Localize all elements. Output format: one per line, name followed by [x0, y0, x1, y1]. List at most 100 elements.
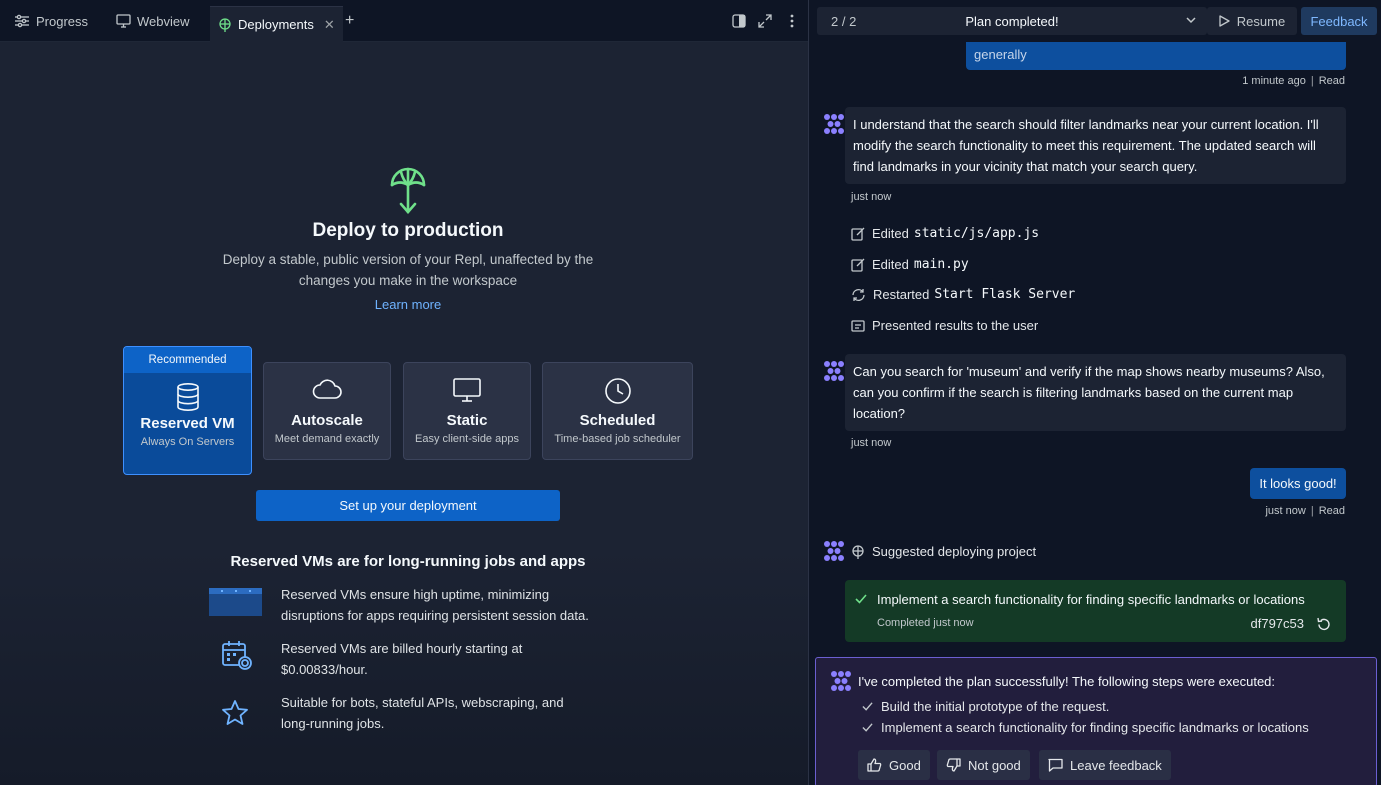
present-icon [851, 319, 865, 332]
option-autoscale[interactable]: Autoscale Meet demand exactly [263, 362, 391, 460]
feature-line: Reserved VMs are billed hourly starting … [281, 641, 523, 656]
user-message: It looks good! [1250, 468, 1346, 499]
option-subtitle: Always On Servers [140, 436, 235, 448]
option-static[interactable]: Static Easy client-side apps [403, 362, 531, 460]
setup-deployment-button[interactable]: Set up your deployment [256, 490, 560, 521]
plan-complete-card: I've completed the plan successfully! Th… [815, 657, 1377, 785]
feature-line: $0.00833/hour. [281, 662, 368, 677]
action-target: Start Flask Server [934, 287, 1076, 302]
deploy-subtitle-line: Deploy a stable, public version of your … [222, 252, 594, 267]
edit-file-icon [851, 258, 865, 272]
action-target: static/js/app.js [913, 226, 1040, 241]
sliders-icon [15, 14, 29, 28]
expand-icon[interactable] [757, 13, 773, 29]
action-verb: Edited [872, 257, 909, 272]
rollback-icon[interactable] [1316, 617, 1331, 632]
leave-feedback-button[interactable]: Leave feedback [1039, 750, 1171, 780]
agent-avatar-icon [831, 671, 851, 691]
resume-label: Resume [1236, 13, 1286, 29]
good-button[interactable]: Good [858, 750, 930, 780]
deploy-subtitle: Deploy a stable, public version of your … [0, 249, 816, 291]
action-target: main.py [913, 257, 969, 272]
deploy-subtitle-line: changes you make in the workspace [298, 273, 518, 288]
action-presented-results[interactable]: Presented results to the user [851, 318, 1038, 333]
plan-toolbar: 2 / 2 Plan completed! Resume Feedback [809, 0, 1381, 42]
completed-task-card: Implement a search functionality for fin… [845, 580, 1346, 642]
feature-line: Reserved VMs ensure high uptime, minimiz… [281, 587, 550, 602]
play-icon [1219, 15, 1230, 27]
check-icon [862, 702, 873, 711]
feature-line: disruptions for apps requiring persisten… [281, 608, 589, 623]
suggested-deploy[interactable]: Suggested deploying project [851, 544, 1036, 559]
clock-icon [604, 378, 631, 404]
option-scheduled[interactable]: Scheduled Time-based job scheduler [542, 362, 693, 460]
option-subtitle: Meet demand exactly [274, 433, 380, 445]
plan-selector[interactable]: 2 / 2 Plan completed! [817, 7, 1207, 35]
action-restarted-server[interactable]: Restarted Start Flask Server [851, 287, 1075, 302]
timestamp: just now [851, 191, 892, 203]
resume-button[interactable]: Resume [1207, 7, 1297, 35]
good-label: Good [889, 757, 921, 773]
recommended-badge: Recommended [124, 347, 251, 373]
action-edited-app-js[interactable]: Edited static/js/app.js [851, 226, 1039, 241]
commit-hash[interactable]: df797c53 [1251, 616, 1305, 631]
read-receipt: Read [1318, 75, 1345, 87]
tab-progress[interactable]: Progress [14, 8, 88, 34]
option-reserved-vm[interactable]: Recommended Reserved VM Always On Server… [123, 346, 252, 475]
chevron-down-icon [1186, 17, 1196, 24]
option-title: Static [446, 412, 488, 429]
action-edited-main-py[interactable]: Edited main.py [851, 257, 969, 272]
deploy-title: Deploy to production [312, 220, 504, 241]
tab-label: Webview [137, 13, 190, 29]
option-subtitle: Easy client-side apps [415, 433, 519, 445]
message-meta: 1 minute ago | Read [1242, 75, 1345, 87]
reserved-vm-heading: Reserved VMs are for long-running jobs a… [230, 553, 586, 570]
more-options-icon[interactable] [784, 13, 800, 29]
database-icon [176, 383, 199, 411]
thumbs-up-icon [867, 758, 882, 772]
add-tab-icon[interactable]: + [345, 8, 354, 34]
server-illustration-icon [209, 588, 262, 616]
leave-feedback-label: Leave feedback [1070, 757, 1162, 773]
workspace-pane: Progress Webview Deployments ✕ + Deploy … [0, 0, 808, 785]
agent-avatar-icon [824, 541, 844, 561]
monitor-icon [116, 14, 131, 28]
timestamp: just now [1265, 505, 1306, 517]
learn-more-link[interactable]: Learn more [0, 297, 816, 312]
feedback-button[interactable]: Feedback [1301, 7, 1377, 35]
check-icon [862, 723, 873, 732]
step-text: Implement a search functionality for fin… [881, 720, 1309, 735]
action-verb: Presented results to the user [872, 318, 1039, 333]
read-receipt: Read [1318, 505, 1345, 517]
feature-line: Suitable for bots, stateful APIs, webscr… [281, 695, 564, 710]
option-subtitle: Time-based job scheduler [554, 433, 681, 445]
user-message-text: It looks good! [1259, 476, 1337, 491]
cloud-icon [312, 379, 342, 399]
timestamp: 1 minute ago [1242, 75, 1306, 87]
tab-webview[interactable]: Webview [116, 8, 190, 34]
user-message-text: generally [974, 47, 1027, 62]
plan-status: Plan completed! [965, 14, 1059, 29]
step-text: Build the initial prototype of the reque… [881, 699, 1110, 714]
tab-bar: Progress Webview Deployments ✕ + [0, 0, 808, 42]
suggested-text: Suggested deploying project [872, 544, 1037, 559]
tab-deployments[interactable]: Deployments ✕ [210, 6, 343, 42]
not-good-button[interactable]: Not good [937, 750, 1030, 780]
calendar-icon [221, 639, 253, 671]
message-meta: just now | Read [1265, 505, 1345, 517]
completed-status: Completed just now [877, 617, 974, 629]
feature-billing: Reserved VMs are billed hourly starting … [281, 638, 621, 680]
tab-label: Progress [36, 13, 89, 29]
tab-label: Deployments [238, 17, 314, 32]
agent-message: I understand that the search should filt… [845, 107, 1346, 184]
feature-line: long-running jobs. [281, 716, 385, 731]
comment-icon [1048, 758, 1063, 772]
close-icon[interactable]: ✕ [324, 17, 335, 33]
restart-icon [852, 288, 865, 301]
feature-use-cases: Suitable for bots, stateful APIs, webscr… [281, 692, 621, 734]
split-view-icon[interactable] [731, 13, 747, 29]
timestamp: just now [851, 437, 892, 449]
action-verb: Edited [872, 226, 909, 241]
check-icon [855, 594, 867, 604]
app-root: Progress Webview Deployments ✕ + Deploy … [0, 0, 1381, 785]
